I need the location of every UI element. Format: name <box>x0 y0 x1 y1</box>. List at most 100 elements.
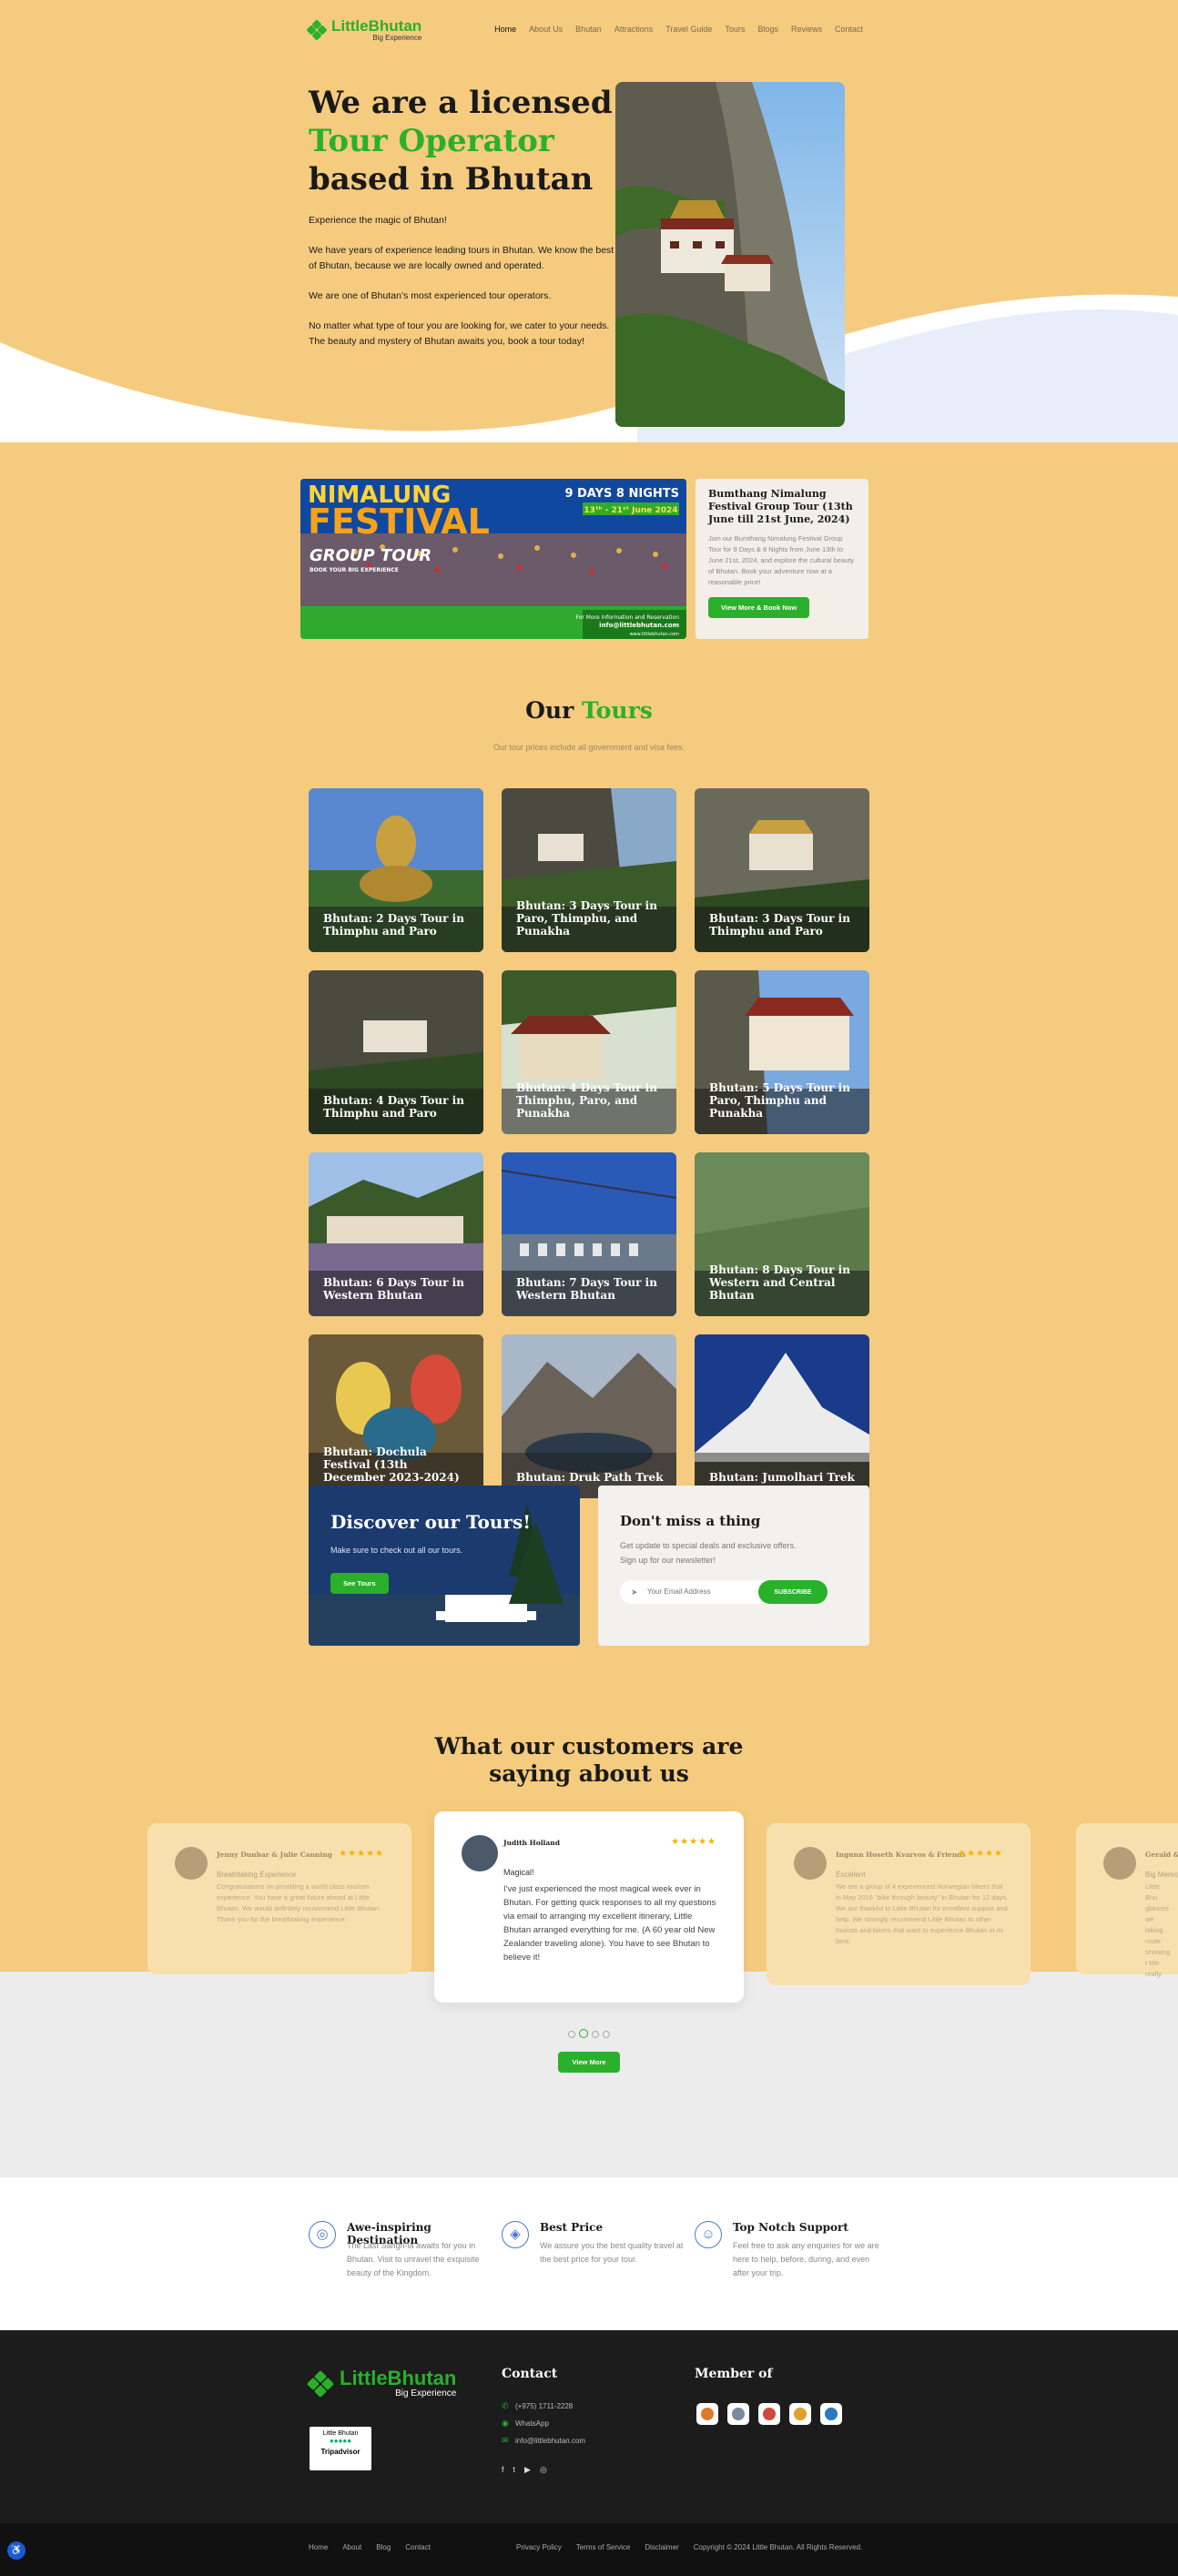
testimonial-title: Breathtaking Experience <box>217 1871 297 1879</box>
testimonial-title: Big Memo <box>1145 1871 1178 1879</box>
nav-travel-guide[interactable]: Travel Guide <box>665 25 712 34</box>
footer-member-title: Member of <box>695 2367 773 2381</box>
tour-card[interactable]: Bhutan: 3 Days Tour in Paro, Thimphu, an… <box>502 788 676 952</box>
member-logo[interactable] <box>727 2403 749 2425</box>
footer-logo[interactable]: LittleBhutan Big Experience <box>306 2368 457 2399</box>
tour-card-title: Bhutan: 2 Days Tour in Thimphu and Paro <box>323 912 464 938</box>
tripadvisor-badge[interactable]: Little Bhutan ●●●●● Tripadvisor <box>310 2427 371 2470</box>
avatar <box>462 1835 498 1871</box>
send-icon: ➤ <box>631 1587 638 1597</box>
footer-whatsapp[interactable]: ◉ WhatsApp <box>502 2419 585 2429</box>
member-logo[interactable] <box>789 2403 811 2425</box>
tour-card[interactable]: Bhutan: 8 Days Tour in Western and Centr… <box>695 1152 869 1316</box>
footer-contact-title: Contact <box>502 2367 558 2381</box>
site-footer: LittleBhutan Big Experience Little Bhuta… <box>0 2330 1178 2523</box>
tour-card[interactable]: Bhutan: Dochula Festival (13th December … <box>309 1334 483 1498</box>
member-logo[interactable] <box>696 2403 718 2425</box>
carousel-dot[interactable] <box>568 2031 575 2038</box>
tour-card-title: Bhutan: 8 Days Tour in Western and Centr… <box>709 1263 850 1302</box>
nav-bhutan[interactable]: Bhutan <box>575 25 602 34</box>
membership-logos <box>696 2403 842 2425</box>
nimalung-festival-banner[interactable]: NIMALUNG FESTIVAL 9 DAYS 8 NIGHTS 13ᵗʰ -… <box>300 479 686 639</box>
tour-card[interactable]: Bhutan: 3 Days Tour in Thimphu and Paro <box>695 788 869 952</box>
footer-link-terms[interactable]: Terms of Service <box>576 2543 631 2551</box>
hero-paragraph-3: We are one of Bhutan’s most experienced … <box>309 290 552 301</box>
footer-link-contact[interactable]: Contact <box>405 2543 431 2551</box>
nav-blogs[interactable]: Blogs <box>757 25 778 34</box>
youtube-icon[interactable]: ▶ <box>524 2465 531 2475</box>
phone-text: (+975) 1711-2228 <box>515 2402 574 2410</box>
brand-logo[interactable]: LittleBhutan Big Experience <box>306 18 421 42</box>
banner-headline-2: FESTIVAL <box>308 502 490 542</box>
subscribe-button[interactable]: SUBSCRIBE <box>758 1580 828 1604</box>
hero-text: We are a licensed Tour Operator based in… <box>309 84 618 350</box>
promo-view-more-button[interactable]: View More & Book Now <box>708 597 810 618</box>
instagram-icon[interactable]: ◎ <box>540 2465 547 2475</box>
testimonials-grey-spacer <box>0 2150 1178 2177</box>
carousel-dot[interactable] <box>592 2031 599 2038</box>
carousel-dot-active[interactable] <box>579 2029 588 2038</box>
accessibility-icon[interactable]: ♿ <box>7 2541 25 2560</box>
footer-bottom-links: Home About Blog Contact <box>309 2543 431 2551</box>
tours-subtitle: Our tour prices include all government a… <box>493 743 685 752</box>
promo-card: Bumthang Nimalung Festival Group Tour (1… <box>696 479 868 639</box>
facebook-icon[interactable]: f <box>502 2465 504 2475</box>
footer-link-disclaimer[interactable]: Disclaimer <box>645 2543 678 2551</box>
nav-tours[interactable]: Tours <box>725 25 745 34</box>
hero-image-tigers-nest <box>615 82 845 427</box>
footer-phone[interactable]: ✆ (+975) 1711-2228 <box>502 2401 585 2411</box>
star-rating-icon: ★★★★★ <box>339 1849 384 1859</box>
footer-email[interactable]: ✉ info@littlebhutan.com <box>502 2436 585 2446</box>
view-more-reviews-button[interactable]: View More <box>558 2052 620 2073</box>
twitter-icon[interactable]: t <box>513 2465 516 2475</box>
see-tours-button[interactable]: See Tours <box>330 1573 389 1594</box>
testimonial-name: Gerald & F <box>1145 1851 1178 1859</box>
tour-card[interactable]: Bhutan: 5 Days Tour in Paro, Thimphu and… <box>695 970 869 1134</box>
member-logo[interactable] <box>758 2403 780 2425</box>
newsletter-email-input[interactable] <box>647 1587 747 1596</box>
view-all-tours-link[interactable]: View All Tours → <box>0 1462 1178 1471</box>
nav-home[interactable]: Home <box>494 25 516 34</box>
tour-card[interactable]: Bhutan: 7 Days Tour in Western Bhutan <box>502 1152 676 1316</box>
tour-card[interactable]: Bhutan: 4 Days Tour in Thimphu, Paro, an… <box>502 970 676 1134</box>
footer-link-blog[interactable]: Blog <box>376 2543 391 2551</box>
tour-card[interactable]: Bhutan: Druk Path Trek <box>502 1334 676 1498</box>
carousel-dot[interactable] <box>603 2031 610 2038</box>
tour-card[interactable]: Bhutan: 2 Days Tour in Thimphu and Paro <box>309 788 483 952</box>
tour-card[interactable]: Bhutan: Jumolhari Trek <box>695 1334 869 1498</box>
tour-card[interactable]: Bhutan: 4 Days Tour in Thimphu and Paro <box>309 970 483 1134</box>
footer-link-privacy[interactable]: Privacy Policy <box>516 2543 562 2551</box>
copyright-text: Copyright © 2024 Little Bhutan. All Righ… <box>693 2543 863 2551</box>
banner-group-tour: GROUP TOUR <box>310 546 432 565</box>
footer-link-about[interactable]: About <box>342 2543 361 2551</box>
testimonials-heading: What our customers are saying about us <box>0 1733 1178 1788</box>
tour-card-title: Bhutan: 4 Days Tour in Thimphu and Paro <box>323 1094 464 1120</box>
features-section: ◎ Awe-inspiring Destination The Last San… <box>0 2177 1178 2330</box>
nav-about-us[interactable]: About Us <box>529 25 563 34</box>
feature-title: Best Price <box>540 2221 604 2234</box>
testimonial-title: Excellent <box>836 1871 866 1879</box>
tripadvisor-brand: Tripadvisor <box>320 2448 361 2456</box>
tripadvisor-rating-icon: ●●●●● <box>329 2437 352 2445</box>
promo-card-text: Join our Bumthang Nimalung Festival Grou… <box>708 534 855 586</box>
nav-attractions[interactable]: Attractions <box>614 25 654 34</box>
footer-brand-tagline: Big Experience <box>395 2388 457 2399</box>
nav-contact[interactable]: Contact <box>835 25 863 34</box>
feature-text: The Last Sangri-la awaits for you in Bhu… <box>347 2241 480 2277</box>
nav-reviews[interactable]: Reviews <box>791 25 822 34</box>
carousel-dots <box>0 2026 1178 2043</box>
testimonial-card-far: Gerald & F Big Memo Little Bhu glances w… <box>1076 1823 1178 1978</box>
hero-title: We are a licensed Tour Operator based in… <box>309 84 618 198</box>
phone-icon: ✆ <box>502 2401 509 2410</box>
footer-link-home[interactable]: Home <box>309 2543 328 2551</box>
hero-title-line1: We are a licensed <box>309 85 613 121</box>
footer-contact-list: ✆ (+975) 1711-2228 ◉ WhatsApp ✉ info@little… <box>502 2394 585 2446</box>
tours-section-title: Our Tours <box>0 697 1178 724</box>
main-nav: Home About Us Bhutan Attractions Travel … <box>494 25 863 34</box>
tour-card[interactable]: Bhutan: 6 Days Tour in Western Bhutan <box>309 1152 483 1316</box>
tag-icon: ◈ <box>502 2221 529 2248</box>
hero-title-line3: based in Bhutan <box>309 161 594 198</box>
tour-card-title: Bhutan: Druk Path Trek <box>516 1471 664 1484</box>
member-logo[interactable] <box>820 2403 842 2425</box>
tour-card-title: Bhutan: 6 Days Tour in Western Bhutan <box>323 1276 464 1302</box>
